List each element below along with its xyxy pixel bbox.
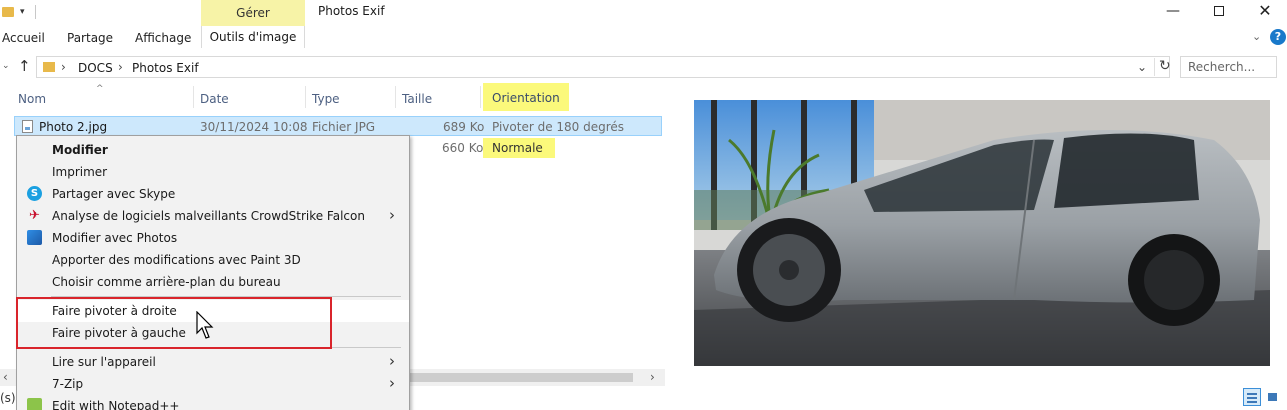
customize-toolbar-arrow-icon[interactable]: ▾ bbox=[20, 7, 25, 17]
help-icon[interactable]: ? bbox=[1270, 29, 1286, 45]
menu-item-paint-3d[interactable]: Apporter des modifications avec Paint 3D bbox=[17, 249, 409, 271]
minimize-button[interactable]: — bbox=[1150, 0, 1196, 24]
context-menu: Modifier Imprimer S Partager avec Skype … bbox=[16, 135, 410, 410]
orientation-highlight: Normale bbox=[483, 138, 555, 158]
column-header-orientation-label: Orientation bbox=[492, 91, 560, 105]
recent-locations-chevron-icon[interactable]: ⌄ bbox=[2, 61, 10, 71]
breadcrumb-docs[interactable]: DOCS bbox=[78, 61, 113, 75]
maximize-button[interactable] bbox=[1196, 0, 1242, 24]
menu-item-modifier[interactable]: Modifier bbox=[17, 139, 409, 161]
file-size: 689 Ko bbox=[443, 120, 485, 134]
close-button[interactable]: ✕ bbox=[1242, 0, 1287, 24]
column-divider[interactable] bbox=[305, 86, 306, 108]
column-divider[interactable] bbox=[395, 86, 396, 108]
tab-home[interactable]: Accueil bbox=[2, 31, 45, 45]
table-row[interactable]: Photo 2.jpg 30/11/2024 10:08 Fichier JPG… bbox=[14, 116, 662, 136]
scrollbar-thumb[interactable] bbox=[405, 373, 633, 382]
up-arrow-icon[interactable]: ↑ bbox=[18, 57, 31, 75]
menu-item-label: Choisir comme arrière-plan du bureau bbox=[52, 275, 281, 289]
title-bar: ▾ Gérer Photos Exif — ✕ bbox=[0, 0, 1287, 26]
scroll-right-icon[interactable]: › bbox=[650, 370, 655, 384]
details-view-icon bbox=[1247, 393, 1257, 395]
tab-view[interactable]: Affichage bbox=[135, 31, 191, 45]
expand-ribbon-icon[interactable]: ⌄ bbox=[1252, 30, 1261, 43]
menu-item-edit-photos[interactable]: Modifier avec Photos bbox=[17, 227, 409, 249]
ribbon-tabs: Accueil Partage Affichage Outils d'image… bbox=[0, 26, 1287, 48]
menu-item-label: Analyse de logiciels malveillants CrowdS… bbox=[52, 209, 365, 223]
tab-picture-tools[interactable]: Outils d'image bbox=[201, 26, 305, 48]
folder-icon bbox=[43, 62, 55, 72]
file-name: Photo 2.jpg bbox=[39, 120, 108, 134]
column-divider[interactable] bbox=[193, 86, 194, 108]
file-date: 30/11/2024 10:08 bbox=[200, 120, 308, 134]
file-type: Fichier JPG bbox=[312, 120, 376, 134]
contextual-group-manage: Gérer bbox=[201, 0, 305, 26]
search-input[interactable]: Recherch... bbox=[1180, 56, 1277, 78]
menu-item-label: 7-Zip bbox=[52, 377, 84, 391]
jpg-file-icon bbox=[22, 120, 33, 133]
toolbar-divider bbox=[34, 5, 36, 19]
status-item-count: (s) bbox=[0, 391, 16, 405]
menu-item-imprimer[interactable]: Imprimer bbox=[17, 161, 409, 183]
details-view-button[interactable] bbox=[1243, 388, 1261, 406]
column-header-name[interactable]: Nom bbox=[18, 92, 46, 106]
notepad-plus-plus-icon bbox=[27, 398, 42, 410]
column-header-orientation[interactable]: Orientation bbox=[483, 83, 569, 111]
menu-item-cast-to-device[interactable]: Lire sur l'appareil › bbox=[17, 351, 409, 373]
annotation-highlight-box bbox=[16, 297, 332, 349]
submenu-arrow-icon: › bbox=[389, 374, 395, 392]
skype-icon: S bbox=[27, 186, 42, 201]
menu-item-label: Modifier bbox=[52, 143, 108, 157]
quick-access-toolbar: ▾ bbox=[2, 5, 36, 19]
car-photo-preview bbox=[694, 100, 1270, 366]
address-row: ⌄ ↑ › DOCS › Photos Exif ⌄ ↻ Recherch... bbox=[0, 54, 1287, 80]
sort-ascending-icon: ^ bbox=[96, 84, 104, 94]
menu-item-set-wallpaper[interactable]: Choisir comme arrière-plan du bureau bbox=[17, 271, 409, 293]
file-size: 660 Ko bbox=[442, 141, 484, 155]
address-dropdown-icon[interactable]: ⌄ bbox=[1137, 60, 1147, 74]
submenu-arrow-icon: › bbox=[389, 352, 395, 370]
crowdstrike-icon: ✈ bbox=[29, 208, 40, 223]
menu-item-label: Modifier avec Photos bbox=[52, 231, 178, 245]
mouse-pointer-icon bbox=[196, 311, 214, 339]
large-icons-view-button[interactable] bbox=[1265, 388, 1283, 406]
column-header-date[interactable]: Date bbox=[200, 92, 229, 106]
menu-item-label: Partager avec Skype bbox=[52, 187, 176, 201]
menu-item-label: Lire sur l'appareil bbox=[52, 355, 156, 369]
column-header-size[interactable]: Taille bbox=[402, 92, 432, 106]
refresh-icon[interactable]: ↻ bbox=[1154, 58, 1171, 76]
photos-icon bbox=[27, 230, 42, 245]
menu-item-label: Apporter des modifications avec Paint 3D bbox=[52, 253, 301, 267]
folder-icon[interactable] bbox=[2, 7, 14, 17]
file-explorer-window: ▾ Gérer Photos Exif — ✕ Accueil Partage … bbox=[0, 0, 1287, 410]
menu-item-share-skype[interactable]: S Partager avec Skype bbox=[17, 183, 409, 205]
submenu-arrow-icon: › bbox=[389, 206, 395, 224]
menu-item-crowdstrike-scan[interactable]: ✈ Analyse de logiciels malveillants Crow… bbox=[17, 205, 409, 227]
file-orientation: Pivoter de 180 degrés bbox=[492, 120, 625, 134]
breadcrumb-separator-icon[interactable]: › bbox=[118, 60, 123, 74]
menu-item-7zip[interactable]: 7-Zip › bbox=[17, 373, 409, 395]
window-title: Photos Exif bbox=[318, 4, 385, 18]
menu-item-label: Edit with Notepad++ bbox=[52, 399, 180, 410]
menu-item-label: Imprimer bbox=[52, 165, 108, 179]
preview-pane bbox=[694, 100, 1270, 366]
menu-item-notepad-plus-plus[interactable]: Edit with Notepad++ bbox=[17, 395, 409, 410]
address-bar[interactable]: › DOCS › Photos Exif ⌄ ↻ bbox=[36, 56, 1171, 78]
breadcrumb-separator-icon[interactable]: › bbox=[61, 60, 66, 74]
column-divider[interactable] bbox=[480, 86, 481, 108]
breadcrumb-photos-exif[interactable]: Photos Exif bbox=[132, 61, 199, 75]
column-header-type[interactable]: Type bbox=[312, 92, 340, 106]
file-orientation: Normale bbox=[492, 141, 543, 155]
scroll-left-icon[interactable]: ‹ bbox=[3, 370, 8, 384]
tab-share[interactable]: Partage bbox=[67, 31, 113, 45]
large-icons-view-icon bbox=[1268, 393, 1277, 401]
maximize-icon bbox=[1214, 6, 1224, 16]
